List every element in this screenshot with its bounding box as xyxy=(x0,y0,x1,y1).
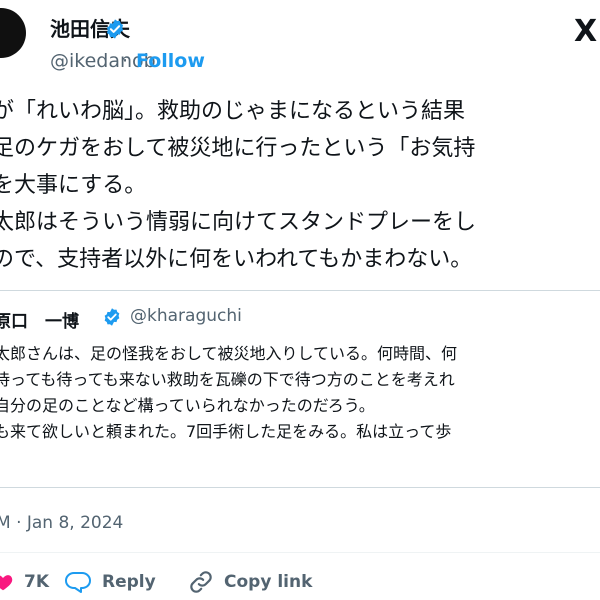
quoted-author-name[interactable]: 原口 一博 xyxy=(0,307,79,332)
verified-badge-icon xyxy=(106,19,124,39)
tweet-line: が「れいわ脳」。救助のじゃまになるという結果 xyxy=(0,99,466,124)
x-logo-icon[interactable]: X xyxy=(574,14,597,49)
like-button[interactable]: 7K xyxy=(0,567,49,597)
author-avatar[interactable] xyxy=(0,8,26,58)
reply-button[interactable]: Reply xyxy=(64,567,156,597)
tweet-line: 太郎はそういう情弱に向けてスタンドプレーをし xyxy=(0,210,477,235)
divider xyxy=(0,552,600,553)
quoted-tweet-line: 自分の足のことなど構っていられなかったのだろう。 xyxy=(0,396,375,415)
like-count: 7K xyxy=(24,572,50,592)
tweet-line: 足のケガをおして被災地に行ったという「お気持 xyxy=(0,136,476,161)
handle-separator: · xyxy=(122,50,129,72)
quoted-tweet-line: も来て欲しいと頼まれた。7回手術した足をみる。私は立って歩 xyxy=(0,422,452,441)
quoted-verified-badge-icon xyxy=(104,308,120,326)
tweet-line: ので、支持者以外に何をいわれてもかまわない。 xyxy=(0,247,473,272)
follow-button[interactable]: Follow xyxy=(136,50,205,72)
tweet-line: を大事にする。 xyxy=(0,173,147,198)
reply-icon xyxy=(65,572,91,593)
quoted-tweet-line: 待っても待っても来ない救助を瓦礫の下で待つ方のことを考えれ xyxy=(0,370,455,389)
copy-link-button[interactable]: Copy link xyxy=(188,567,312,597)
quoted-tweet-text: 太郎さんは、足の怪我をおして被災地入りしている。何時間、何 待っても待っても来な… xyxy=(0,341,600,445)
link-icon xyxy=(190,571,212,593)
tweet-text: が「れいわ脳」。救助のじゃまになるという結果 足のケガをおして被災地に行ったとい… xyxy=(0,93,600,278)
tweet-timestamp[interactable]: M · Jan 8, 2024 xyxy=(0,513,123,533)
reply-label: Reply xyxy=(102,572,156,592)
copy-link-label: Copy link xyxy=(224,572,313,592)
heart-icon xyxy=(0,575,13,591)
quoted-author-handle[interactable]: @kharaguchi xyxy=(130,306,242,326)
quoted-tweet-line: 太郎さんは、足の怪我をおして被災地入りしている。何時間、何 xyxy=(0,344,458,363)
